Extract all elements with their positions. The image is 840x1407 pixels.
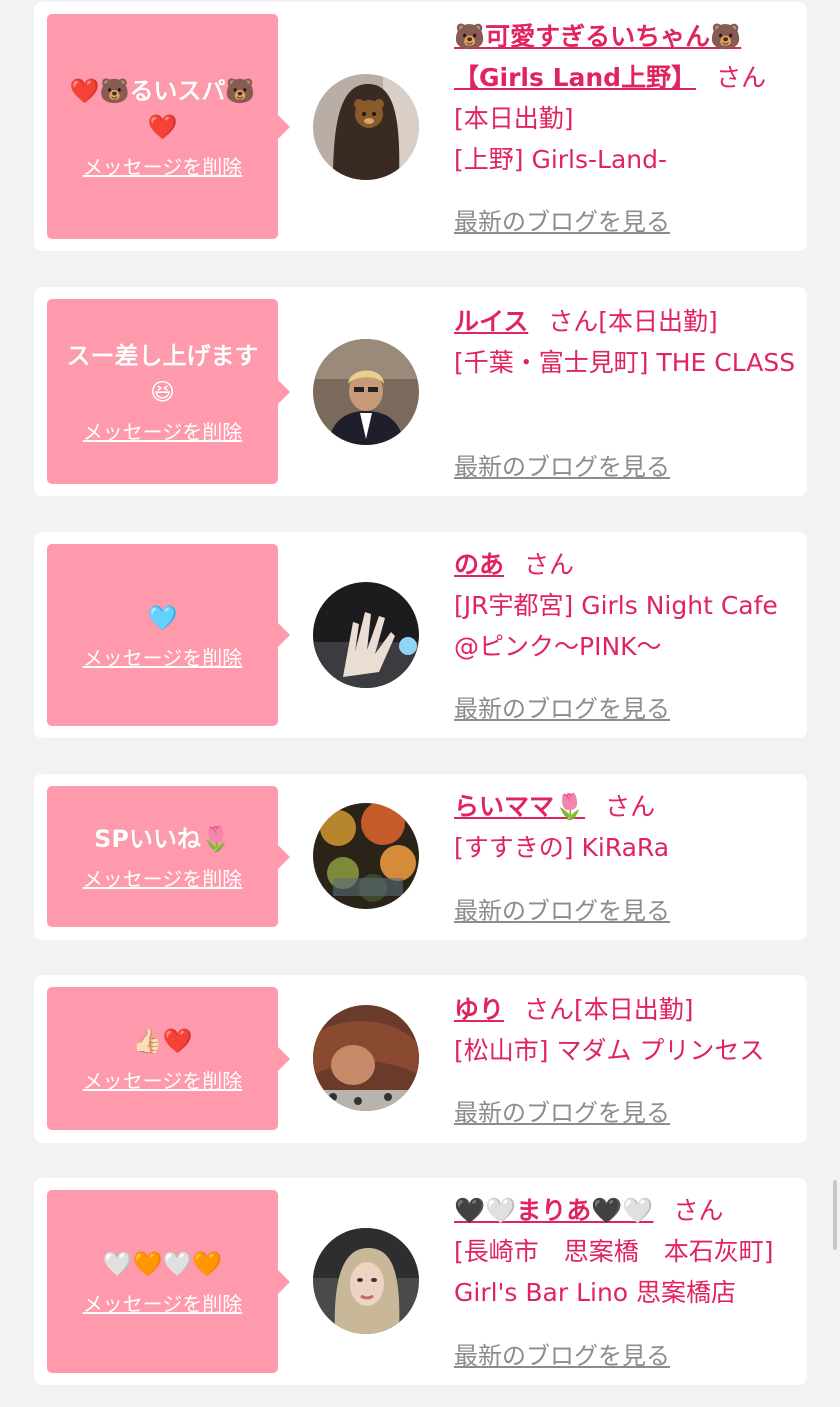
delete-message-link[interactable]: メッセージを削除 <box>83 416 243 445</box>
shop-label: [松山市] マダム プリンセス <box>454 1036 765 1065</box>
avatar-photo-woman-bear-face <box>313 74 419 180</box>
status-tag: [本日出勤] <box>574 995 694 1024</box>
honorific: さん <box>605 792 656 821</box>
status-tag: [本日出勤] <box>598 307 718 336</box>
delete-message-link[interactable]: メッセージを削除 <box>83 1288 243 1317</box>
message-bubble: 👍🏻❤️ メッセージを削除 <box>47 987 290 1130</box>
profile-info: ルイス さん[本日出勤] [千葉・富士見町] THE CLASS <box>454 301 799 383</box>
message-bubble: 🤍🧡🤍🧡 メッセージを削除 <box>47 1190 290 1373</box>
avatar-photo-woman-selfie <box>313 1228 419 1334</box>
avatar[interactable] <box>313 582 419 688</box>
message-card: ❤️🐻るいスパ🐻❤️ メッセージを削除 🐻可愛すぎるいちゃん🐻【Girls La… <box>34 2 807 251</box>
honorific: さん <box>548 307 599 336</box>
profile-info: 🐻可愛すぎるいちゃん🐻【Girls Land上野】 さん [本日出勤] [上野] … <box>454 16 799 180</box>
shop-label: [JR宇都宮] Girls Night Cafe @ピンク〜PINK〜 <box>454 591 778 661</box>
honorific: さん <box>716 63 767 92</box>
message-bubble: SPいいね🌷 メッセージを削除 <box>47 786 290 927</box>
shop-label: [上野] Girls-Land- <box>454 145 668 174</box>
message-card: スー差し上げます😆 メッセージを削除 ルイス さん[本日出勤] [千葉・富士見町]… <box>34 287 807 496</box>
avatar[interactable] <box>313 339 419 445</box>
message-card: 🤍🧡🤍🧡 メッセージを削除 🖤🤍まりあ🖤🤍 さん [長崎市 思案橋 本石灰町] G… <box>34 1178 807 1385</box>
latest-blog-link[interactable]: 最新のブログを見る <box>454 1336 670 1371</box>
latest-blog-link[interactable]: 最新のブログを見る <box>454 891 670 926</box>
delete-message-link[interactable]: メッセージを削除 <box>83 1065 243 1094</box>
shop-label: [すすきの] KiRaRa <box>454 833 670 862</box>
avatar[interactable] <box>313 1005 419 1111</box>
latest-blog-link[interactable]: 最新のブログを見る <box>454 1093 670 1128</box>
shop-label: [長崎市 思案橋 本石灰町] Girl's Bar Lino 思案橋店 <box>454 1237 774 1307</box>
honorific: さん <box>524 550 575 579</box>
message-bubble: スー差し上げます😆 メッセージを削除 <box>47 299 290 484</box>
avatar-photo-hand <box>313 582 419 688</box>
profile-name-link[interactable]: ゆり <box>454 995 504 1024</box>
avatar-photo-autumn-leaves <box>313 803 419 909</box>
profile-info: ゆり さん[本日出勤] [松山市] マダム プリンセス <box>454 989 799 1071</box>
honorific: さん <box>673 1196 724 1225</box>
avatar[interactable] <box>313 803 419 909</box>
message-bubble: ❤️🐻るいスパ🐻❤️ メッセージを削除 <box>47 14 290 239</box>
profile-name-link[interactable]: ルイス <box>454 307 528 336</box>
profile-info: のあ さん [JR宇都宮] Girls Night Cafe @ピンク〜PINK〜 <box>454 544 799 667</box>
profile-name-link[interactable]: のあ <box>454 550 504 579</box>
scrollbar[interactable] <box>833 1180 837 1250</box>
avatar-photo-woman-hair <box>313 1005 419 1111</box>
message-card: SPいいね🌷 メッセージを削除 らいママ🌷 さん [すすきの] KiRaRa 最新… <box>34 774 807 940</box>
status-tag: [本日出勤] <box>454 104 574 133</box>
bubble-message: 🩵 <box>147 603 178 632</box>
profile-name-link[interactable]: 🖤🤍まりあ🖤🤍 <box>454 1196 654 1225</box>
profile-info: 🖤🤍まりあ🖤🤍 さん [長崎市 思案橋 本石灰町] Girl's Bar Lino… <box>454 1190 799 1313</box>
bubble-message: スー差し上げます😆 <box>66 342 259 406</box>
avatar[interactable] <box>313 74 419 180</box>
avatar-photo-man-suit <box>313 339 419 445</box>
avatar[interactable] <box>313 1228 419 1334</box>
profile-name-link[interactable]: 🐻可愛すぎるいちゃん🐻【Girls Land上野】 <box>454 22 741 92</box>
delete-message-link[interactable]: メッセージを削除 <box>83 151 243 180</box>
latest-blog-link[interactable]: 最新のブログを見る <box>454 202 670 237</box>
message-card: 👍🏻❤️ メッセージを削除 ゆり さん[本日出勤] [松山市] マダム プリンセス… <box>34 975 807 1143</box>
message-card: 🩵 メッセージを削除 のあ さん [JR宇都宮] Girls Night Cafe… <box>34 532 807 738</box>
profile-name-link[interactable]: らいママ🌷 <box>454 792 585 821</box>
honorific: さん <box>524 995 575 1024</box>
bubble-message: ❤️🐻るいスパ🐻❤️ <box>69 77 256 141</box>
delete-message-link[interactable]: メッセージを削除 <box>83 642 243 671</box>
bubble-message: 👍🏻❤️ <box>132 1027 193 1055</box>
latest-blog-link[interactable]: 最新のブログを見る <box>454 447 670 482</box>
message-bubble: 🩵 メッセージを削除 <box>47 544 290 726</box>
bubble-message: 🤍🧡🤍🧡 <box>102 1250 223 1278</box>
shop-label: [千葉・富士見町] THE CLASS <box>454 348 796 377</box>
latest-blog-link[interactable]: 最新のブログを見る <box>454 689 670 724</box>
delete-message-link[interactable]: メッセージを削除 <box>83 863 243 892</box>
bubble-message: SPいいね🌷 <box>94 825 231 853</box>
profile-info: らいママ🌷 さん [すすきの] KiRaRa <box>454 786 799 868</box>
